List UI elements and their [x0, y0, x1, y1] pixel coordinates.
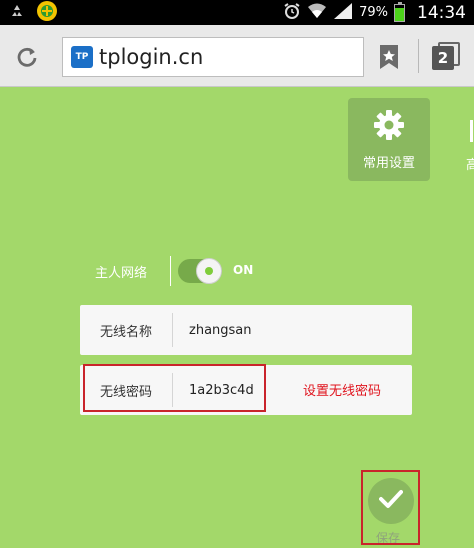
common-settings-label: 常用设置	[362, 156, 415, 171]
host-network-label: 主人网络	[95, 266, 148, 281]
host-network-toggle[interactable]	[178, 258, 222, 284]
status-bar: 79% 14:34	[0, 0, 474, 25]
password-annotation: 设置无线密码	[303, 384, 382, 399]
wifi-icon	[307, 2, 327, 24]
ssid-label: 无线名称	[99, 324, 152, 340]
tab-count: 2	[432, 46, 454, 70]
advanced-icon	[470, 120, 474, 142]
toolbar-divider	[418, 39, 419, 73]
save-highlight-box	[361, 470, 420, 545]
gear-icon	[372, 108, 406, 146]
app-badge-icon	[36, 0, 58, 26]
address-bar[interactable]: TP tplogin.cn	[62, 37, 364, 77]
battery-percent: 79%	[359, 5, 388, 20]
toggle-divider	[170, 256, 171, 286]
alarm-icon	[283, 2, 301, 24]
favicon-icon: TP	[71, 46, 93, 68]
tabs-button[interactable]: 2	[432, 42, 462, 72]
ssid-input[interactable]: zhangsan	[173, 323, 293, 338]
toggle-knob[interactable]	[196, 258, 222, 284]
advanced-label: 高	[466, 158, 474, 173]
password-highlight-box	[83, 364, 266, 412]
common-settings-tile[interactable]: 常用设置	[348, 98, 430, 181]
recycle-icon	[10, 3, 24, 22]
bookmark-icon[interactable]	[375, 43, 403, 71]
signal-icon	[333, 2, 353, 24]
reload-icon[interactable]	[12, 42, 42, 72]
ssid-row: 无线名称 zhangsan	[80, 305, 412, 355]
url-text[interactable]: tplogin.cn	[99, 45, 203, 69]
clock: 14:34	[417, 2, 466, 23]
battery-icon	[394, 1, 405, 22]
browser-toolbar: TP tplogin.cn 2	[0, 25, 474, 87]
advanced-settings-tile[interactable]: 高	[462, 110, 474, 180]
toggle-state-label: ON	[233, 263, 254, 277]
